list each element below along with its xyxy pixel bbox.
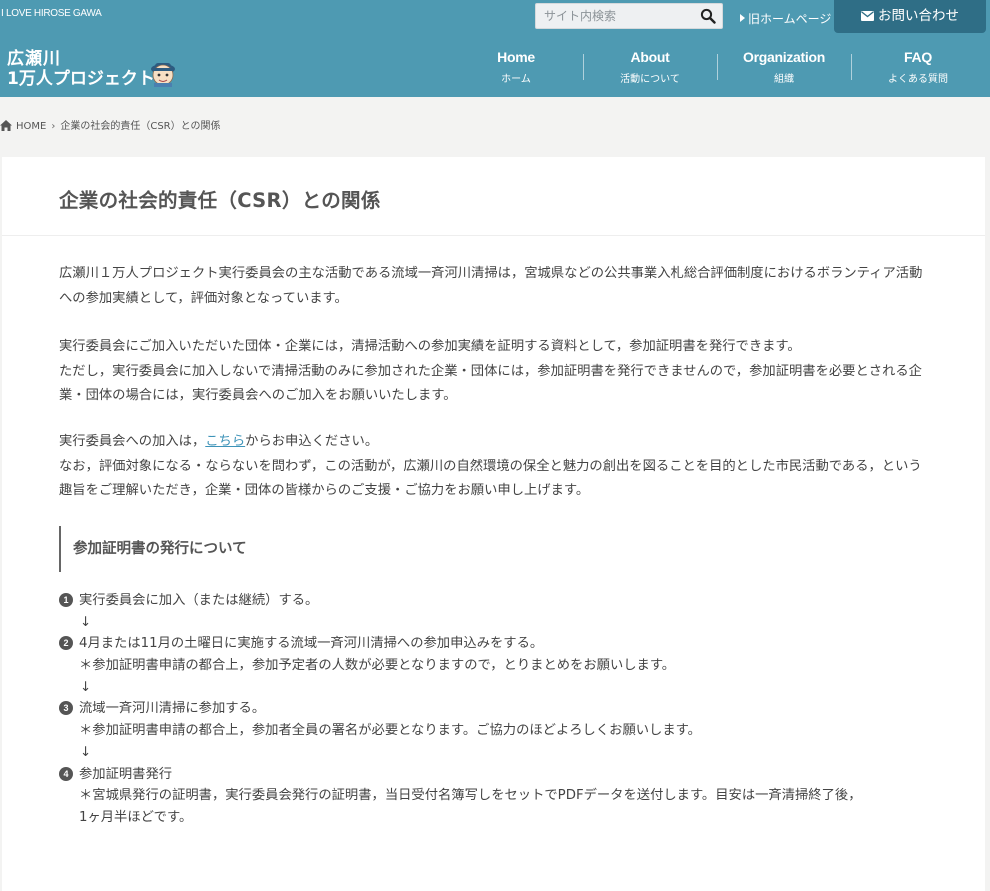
section-heading: 参加証明書の発行について — [59, 526, 373, 572]
envelope-icon — [861, 11, 874, 21]
nav-organization[interactable]: Organization 組織 — [717, 44, 851, 90]
membership-paragraph: 実行委員会にご加入いただいた団体・企業には，清掃活動への参加実績を証明する資料と… — [59, 339, 922, 403]
list-item: 2 4月または11月の土曜日に実施する流域一斉河川清掃への参加申込みをする。 — [59, 633, 929, 655]
search-box — [535, 3, 723, 29]
step-number-badge: 3 — [59, 701, 73, 716]
list-item: 4 参加証明書発行 — [59, 764, 929, 786]
application-paragraph: 実行委員会への加入は，こちらからお申込ください。 なお，評価対象になる・ならない… — [59, 434, 922, 498]
nav-home[interactable]: Home ホーム — [449, 44, 583, 90]
old-homepage-link[interactable]: 旧ホームページ — [740, 10, 831, 27]
apply-link[interactable]: こちら — [205, 434, 245, 449]
title-divider — [2, 235, 985, 236]
list-item: 3 流域一斉河川清掃に参加する。 — [59, 698, 929, 720]
triangle-right-icon — [740, 14, 745, 22]
page-title: 企業の社会的責任（CSR）との関係 — [59, 189, 381, 212]
contact-button[interactable]: お問い合わせ — [834, 0, 986, 33]
step-note: ＊参加証明書申請の都合上，参加予定者の人数が必要となりますので，とりまとめをお願… — [79, 658, 676, 674]
breadcrumb-home-link[interactable]: HOME — [16, 121, 46, 132]
breadcrumb-current: 企業の社会的責任（CSR）との関係 — [60, 121, 221, 132]
site-logo[interactable]: 広瀬川 1万人プロジェクト — [7, 44, 177, 89]
step-number-badge: 4 — [59, 766, 73, 781]
nav-faq[interactable]: FAQ よくある質問 — [851, 44, 985, 90]
intro-paragraph: 広瀬川１万人プロジェクト実行委員会の主な活動である流域一斉河川清掃は，宮城県など… — [59, 266, 923, 306]
down-arrow: ↓ — [80, 744, 92, 760]
down-arrow: ↓ — [80, 614, 92, 630]
chevron-right-icon: › — [51, 121, 56, 132]
search-icon[interactable] — [700, 8, 716, 24]
main-content: 企業の社会的責任（CSR）との関係 広瀬川１万人プロジェクト実行委員会の主な活動… — [2, 157, 985, 891]
breadcrumb: HOME › 企業の社会的責任（CSR）との関係 — [0, 120, 221, 134]
home-icon — [0, 120, 12, 131]
step-note: 1ヶ月半ほどです。 — [79, 809, 193, 825]
steps-list: 1 実行委員会に加入（または継続）する。 ↓ 2 4月または11月の土曜日に実施… — [59, 590, 929, 829]
list-item: 1 実行委員会に加入（または継続）する。 — [59, 590, 929, 612]
step-number-badge: 2 — [59, 636, 73, 651]
step-note: ＊宮城県発行の証明書，実行委員会発行の証明書，当日受付名簿写しをセットでPDFデ… — [79, 788, 862, 804]
site-header: I LOVE HIROSE GAWA 旧ホームページ お問い合わせ 広瀬川 1万… — [0, 0, 990, 97]
down-arrow: ↓ — [80, 679, 92, 695]
nav-about[interactable]: About 活動について — [583, 44, 717, 90]
site-tagline: I LOVE HIROSE GAWA — [1, 8, 102, 19]
search-input[interactable] — [536, 4, 712, 28]
step-number-badge: 1 — [59, 593, 73, 607]
logo-text-line2: 1万人プロジェクト — [7, 69, 155, 89]
step-note: ＊参加証明書申請の都合上，参加者全員の署名が必要となります。ご協力のほどよろしく… — [79, 723, 701, 739]
mascot-icon — [151, 63, 175, 87]
